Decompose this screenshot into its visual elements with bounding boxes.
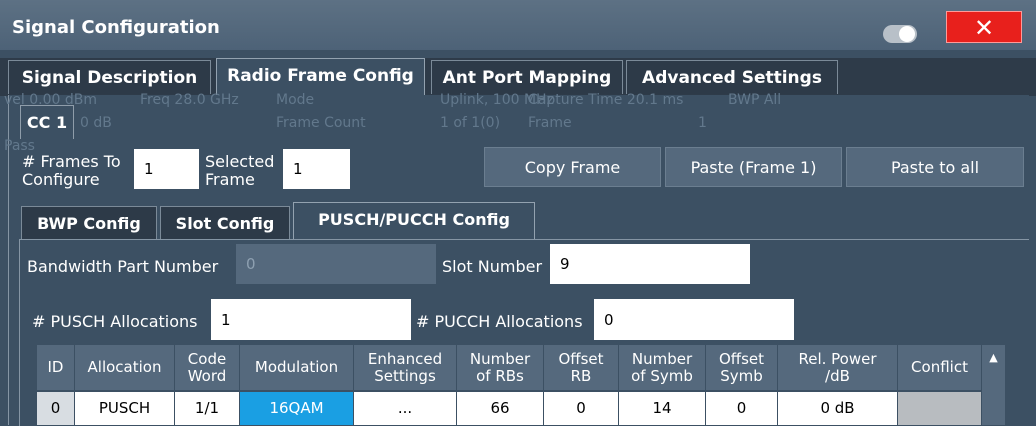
allocation-table: ID Allocation Code Word Modulation Enhanc…: [37, 345, 1005, 425]
col-header-conflict-text: Conflict: [911, 358, 968, 376]
col-header-code-word-l1: Code: [187, 349, 227, 368]
col-header-code-word-l2: Word: [187, 366, 227, 385]
window-title: Signal Configuration: [12, 17, 220, 38]
tab-advanced-settings[interactable]: Advanced Settings: [626, 60, 838, 94]
copy-frame-button[interactable]: Copy Frame: [484, 147, 661, 187]
col-header-allocation-text: Allocation: [87, 358, 162, 376]
table-cell-enhanced-settings[interactable]: ...: [354, 392, 457, 425]
pucch-allocations-label: # PUCCH Allocations: [416, 312, 583, 331]
col-header-enhanced-settings: Enhanced Settings: [354, 345, 457, 390]
tab-pusch-pucch-config[interactable]: PUSCH/PUCCH Config: [293, 202, 535, 240]
pusch-allocations-label: # PUSCH Allocations: [32, 312, 198, 331]
col-header-power-l1: Rel. Power: [798, 349, 877, 368]
frames-label-line2: Configure: [22, 170, 100, 189]
selected-frame-input[interactable]: 1: [283, 149, 350, 189]
col-header-rbs-l1: Number: [469, 349, 531, 368]
selected-frame-label: Selected Frame: [205, 153, 274, 189]
col-header-offset-rb-l2: RB: [570, 366, 592, 385]
bwp-number-field: 0: [236, 244, 436, 284]
col-header-offset-rb: Offset RB: [544, 345, 619, 390]
col-header-offset-symb-l2: Symb: [720, 366, 763, 385]
col-header-id-text: ID: [47, 358, 64, 376]
table-cell-modulation[interactable]: 16QAM: [240, 392, 354, 425]
bg-frame-count-value: 1 of 1(0): [440, 115, 501, 131]
bg-capture-time: Capture Time 20.1 ms: [528, 92, 684, 108]
toggle-switch[interactable]: [883, 25, 917, 43]
col-header-rel-power: Rel. Power/dB: [778, 345, 898, 390]
tab-signal-description[interactable]: Signal Description: [8, 60, 211, 94]
table-cell-rel-power[interactable]: 0 dB: [778, 392, 898, 425]
table-cell-number-of-rbs[interactable]: 66: [457, 392, 544, 425]
col-header-number-of-symb: Number of Symb: [619, 345, 706, 390]
col-header-id: ID: [37, 345, 75, 390]
pusch-allocations-input[interactable]: 1: [211, 299, 411, 340]
col-header-power-l2: /dB: [825, 366, 850, 385]
col-header-symb-l2: of Symb: [631, 366, 693, 385]
selected-label-line1: Selected: [205, 152, 275, 171]
tab-slot-config[interactable]: Slot Config: [160, 206, 290, 240]
col-header-offset-symb-l1: Offset: [718, 349, 765, 368]
frames-to-configure-label: # Frames To Configure: [22, 153, 121, 189]
scroll-up-arrow-icon[interactable]: ▲: [982, 351, 1005, 364]
bg-bwp: BWP All: [728, 92, 782, 108]
col-header-offset-rb-l1: Offset: [558, 349, 604, 368]
col-header-offset-symb: Offset Symb: [706, 345, 778, 390]
table-cell-allocation[interactable]: PUSCH: [75, 392, 175, 425]
table-cell-conflict: [898, 392, 982, 425]
table-scrollbar[interactable]: ▲: [982, 345, 1005, 425]
table-cell-offset-rb[interactable]: 0: [544, 392, 619, 425]
table-cell-offset-symb[interactable]: 0: [706, 392, 778, 425]
col-header-conflict: Conflict: [898, 345, 982, 390]
frames-to-configure-input[interactable]: 1: [134, 149, 199, 189]
bg-freq: Freq 28.0 GHz: [140, 92, 239, 108]
tab-cc1[interactable]: CC 1: [20, 105, 74, 139]
col-header-modulation-text: Modulation: [254, 358, 339, 376]
col-header-symb-l1: Number: [631, 349, 693, 368]
col-header-enhanced-l2: Settings: [374, 366, 436, 385]
toggle-knob: [899, 26, 915, 42]
col-header-modulation: Modulation: [240, 345, 354, 390]
pucch-allocations-input[interactable]: 0: [594, 299, 794, 340]
bg-frame-count: Frame Count: [276, 115, 366, 131]
col-header-code-word: Code Word: [175, 345, 240, 390]
slot-number-label: Slot Number: [442, 257, 543, 276]
col-header-allocation: Allocation: [75, 345, 175, 390]
paste-frame-button[interactable]: Paste (Frame 1): [665, 147, 842, 187]
selected-label-line2: Frame: [205, 170, 255, 189]
table-cell-number-of-symb[interactable]: 14: [619, 392, 706, 425]
col-header-number-of-rbs: Number of RBs: [457, 345, 544, 390]
bg-attenuation: 0 dB: [80, 115, 112, 131]
tab-bwp-config[interactable]: BWP Config: [21, 206, 157, 240]
bg-mode: Mode: [276, 92, 315, 108]
tab-ant-port-mapping[interactable]: Ant Port Mapping: [431, 60, 623, 94]
table-cell-code-word[interactable]: 1/1: [175, 392, 240, 425]
bg-frame: Frame: [528, 115, 572, 131]
bwp-number-label: Bandwidth Part Number: [27, 257, 219, 276]
paste-to-all-button[interactable]: Paste to all: [846, 147, 1024, 187]
slot-number-input[interactable]: 9: [550, 244, 750, 284]
col-header-enhanced-l1: Enhanced: [367, 349, 443, 368]
bg-frame-value: 1: [698, 115, 707, 131]
table-cell-id: 0: [37, 392, 75, 425]
col-header-rbs-l2: of RBs: [476, 366, 524, 385]
frames-label-line1: # Frames To: [22, 152, 121, 171]
close-button[interactable]: ✕: [946, 11, 1022, 43]
tab-radio-frame-config[interactable]: Radio Frame Config: [216, 58, 425, 96]
